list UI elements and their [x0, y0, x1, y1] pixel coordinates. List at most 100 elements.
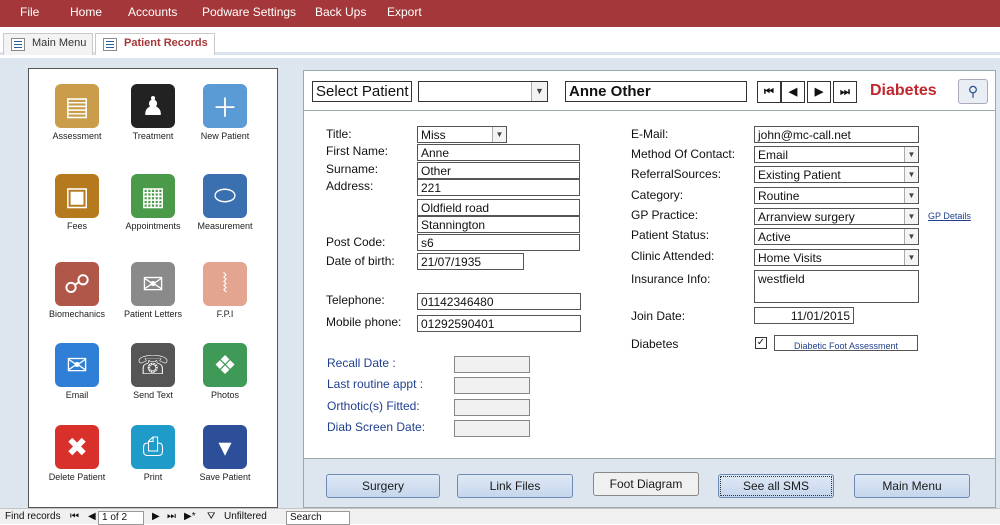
chevron-down-icon[interactable]: ▼ — [904, 167, 918, 182]
tile-label: Patient Letters — [123, 309, 183, 319]
next-record-button[interactable]: ▶ — [807, 81, 831, 103]
menu-home[interactable]: Home — [70, 5, 102, 19]
record-position-field[interactable]: 1 of 2 — [98, 511, 144, 525]
recall-date-label: Recall Date : — [327, 356, 396, 370]
status-last-record-icon[interactable]: ⏭ — [167, 511, 176, 522]
address-line-3[interactable]: Stannington — [417, 216, 580, 233]
filter-icon[interactable]: ⛛ — [207, 511, 215, 522]
mobile-field[interactable]: 01292590401 — [417, 315, 581, 332]
tile-label: F.P.I — [216, 309, 234, 319]
tile-new-patient-button[interactable]: ＋ New Patient — [189, 84, 261, 141]
tile-email-button[interactable]: ✉ Email — [41, 343, 113, 400]
clinic-select[interactable]: Home Visits ▼ — [754, 249, 919, 266]
surgery-button[interactable]: Surgery — [326, 474, 440, 498]
appointments-icon: ▦ — [131, 174, 175, 218]
orthotics-fitted-field[interactable] — [454, 399, 530, 416]
status-next-record-icon[interactable]: ▶ — [152, 511, 160, 522]
join-date-field[interactable]: 11/01/2015 — [754, 307, 854, 324]
menu-file[interactable]: File — [20, 5, 39, 19]
contact-method-select[interactable]: Email ▼ — [754, 146, 919, 163]
dob-field[interactable]: 21/07/1935 — [417, 253, 524, 270]
tab-main-menu[interactable]: Main Menu — [3, 33, 94, 55]
search-field[interactable]: Search — [286, 511, 350, 525]
title-select[interactable]: Miss ▼ — [417, 126, 507, 143]
tab-patient-records[interactable]: Patient Records — [95, 33, 215, 55]
post-code-field[interactable]: s6 — [417, 234, 580, 251]
first-name-field[interactable]: Anne — [417, 144, 580, 161]
tile-patient-letters-button[interactable]: ✉ Patient Letters — [117, 262, 189, 319]
recall-date-field[interactable] — [454, 356, 530, 373]
menu-podware-settings[interactable]: Podware Settings — [202, 5, 296, 19]
status-previous-record-icon[interactable]: ◀ — [88, 511, 96, 522]
chevron-down-icon[interactable]: ▼ — [904, 209, 918, 224]
first-name-label: First Name: — [326, 144, 389, 158]
tile-save-patient-button[interactable]: ▾ Save Patient — [189, 425, 261, 482]
save-patient-icon: ▾ — [203, 425, 247, 469]
menu-back-ups[interactable]: Back Ups — [315, 5, 366, 19]
tile-treatment-button[interactable]: ♟ Treatment — [117, 84, 189, 141]
tile-biomechanics-button[interactable]: ☍ Biomechanics — [41, 262, 113, 319]
chevron-down-icon[interactable]: ▼ — [904, 229, 918, 244]
main-menu-button[interactable]: Main Menu — [854, 474, 970, 498]
address-line-1[interactable]: 221 — [417, 179, 580, 196]
tile-label: Measurement — [197, 221, 253, 231]
previous-record-button[interactable]: ◀ — [781, 81, 805, 103]
diabetic-foot-assessment-link[interactable]: Diabetic Foot Assessment — [794, 341, 898, 350]
category-select[interactable]: Routine ▼ — [754, 187, 919, 204]
tile-appointments-button[interactable]: ▦ Appointments — [117, 174, 189, 231]
diabetes-checkbox[interactable]: ✓ — [755, 337, 767, 349]
insurance-field[interactable]: westfield — [754, 270, 919, 303]
tile-label: Send Text — [133, 390, 173, 400]
foot-diagram-button[interactable]: Foot Diagram — [593, 472, 699, 496]
tile-assessment-button[interactable]: ▤ Assessment — [41, 84, 113, 141]
search-icon: ⚲ — [967, 83, 979, 99]
patient-combo[interactable]: ▼ — [418, 81, 548, 102]
tile-label: Fees — [66, 221, 87, 231]
address-line-2[interactable]: Oldfield road — [417, 199, 580, 216]
status-first-record-icon[interactable]: ⏮ — [70, 511, 79, 522]
tile-label: Assessment — [52, 131, 102, 141]
patient-details: Title: Miss ▼ First Name: Anne Surname: O… — [304, 112, 995, 457]
tile-delete-patient-button[interactable]: ✖ Delete Patient — [41, 425, 113, 482]
email-icon: ✉ — [55, 343, 99, 387]
tile-print-button[interactable]: ⎙ Print — [117, 425, 189, 482]
referral-select[interactable]: Existing Patient ▼ — [754, 166, 919, 183]
chevron-down-icon[interactable]: ▼ — [904, 147, 918, 162]
surname-field[interactable]: Other — [417, 162, 580, 179]
tile-fees-button[interactable]: ▣ Fees — [41, 174, 113, 231]
tile-label: Save Patient — [199, 472, 251, 482]
chevron-down-icon[interactable]: ▼ — [904, 250, 918, 265]
title-label: Title: — [326, 127, 352, 141]
email-field[interactable]: john@mc-call.net — [754, 126, 919, 143]
action-icon-panel: ▤ Assessment ♟ Treatment ＋ New Patient ▣ Fees ▦ A… — [28, 68, 278, 508]
chevron-down-icon[interactable]: ▼ — [904, 188, 918, 203]
menu-accounts[interactable]: Accounts — [128, 5, 177, 19]
clinic-label: Clinic Attended: — [631, 249, 715, 263]
last-record-button[interactable]: ⏭ — [833, 81, 857, 103]
telephone-field[interactable]: 01142346480 — [417, 293, 581, 310]
patient-name-display: Anne Other — [565, 81, 747, 102]
clinic-value: Home Visits — [758, 251, 822, 265]
chevron-down-icon[interactable]: ▼ — [492, 127, 506, 142]
patient-letters-icon: ✉ — [131, 262, 175, 306]
first-record-button[interactable]: ⏮ — [757, 81, 781, 103]
gp-details-link[interactable]: GP Details — [928, 211, 971, 221]
link-files-button[interactable]: Link Files — [457, 474, 573, 498]
menu-export[interactable]: Export — [387, 5, 422, 19]
tile-foot-button[interactable]: ⦚ F.P.I — [189, 262, 261, 319]
tile-send-text-button[interactable]: ☏ Send Text — [117, 343, 189, 400]
last-routine-field[interactable] — [454, 377, 530, 394]
search-button[interactable]: ⚲ — [958, 79, 988, 104]
status-select[interactable]: Active ▼ — [754, 228, 919, 245]
delete-patient-icon: ✖ — [55, 425, 99, 469]
condition-title: Diabetes — [870, 82, 937, 99]
tile-photos-button[interactable]: ❖ Photos — [189, 343, 261, 400]
status-new-record-icon[interactable]: ▶* — [184, 511, 196, 522]
chevron-down-icon[interactable]: ▼ — [531, 82, 547, 101]
see-all-sms-button[interactable]: See all SMS — [718, 474, 834, 498]
diab-screen-field[interactable] — [454, 420, 530, 437]
tile-label: Email — [65, 390, 89, 400]
filter-state[interactable]: Unfiltered — [224, 511, 267, 522]
tile-measurement-button[interactable]: ⬭ Measurement — [189, 174, 261, 231]
gp-practice-select[interactable]: Arranview surgery ▼ — [754, 208, 919, 225]
